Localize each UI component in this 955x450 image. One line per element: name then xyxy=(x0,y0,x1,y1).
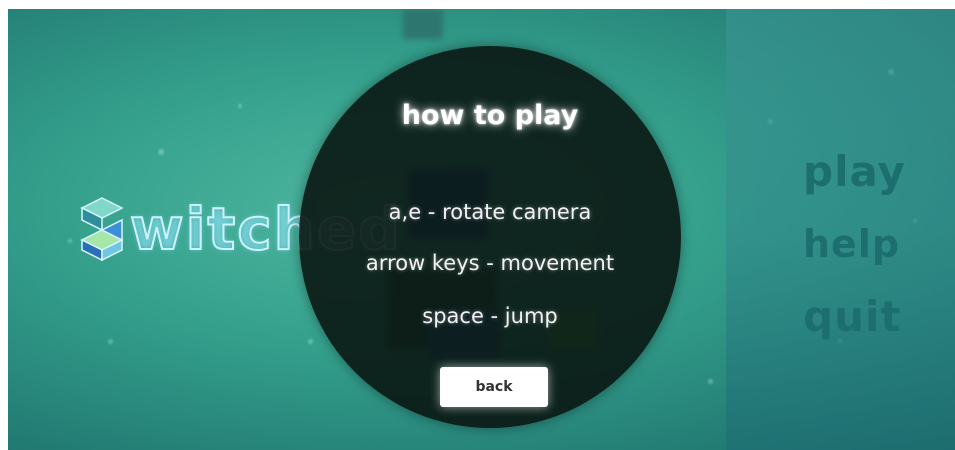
help-button[interactable]: help xyxy=(803,222,900,266)
game-viewport: witched play help quit how to play a,e -… xyxy=(8,9,955,450)
bokeh-particle xyxy=(708,379,713,384)
bokeh-particle xyxy=(108,339,113,344)
help-title: how to play xyxy=(401,100,579,131)
s-cube-logo-icon xyxy=(80,196,124,262)
control-instruction-jump: space - jump xyxy=(422,304,558,328)
play-button[interactable]: play xyxy=(803,147,906,196)
background-block xyxy=(403,9,443,39)
bokeh-particle xyxy=(308,339,313,344)
bokeh-particle xyxy=(238,104,242,108)
bokeh-particle xyxy=(158,149,164,155)
help-dialog: how to play a,e - rotate camera arrow ke… xyxy=(299,46,681,428)
back-button[interactable]: back xyxy=(440,367,548,407)
quit-button[interactable]: quit xyxy=(803,292,901,341)
bokeh-particle xyxy=(68,239,72,243)
control-instruction-move: arrow keys - movement xyxy=(365,251,615,275)
control-instruction-rotate: a,e - rotate camera xyxy=(388,200,592,224)
